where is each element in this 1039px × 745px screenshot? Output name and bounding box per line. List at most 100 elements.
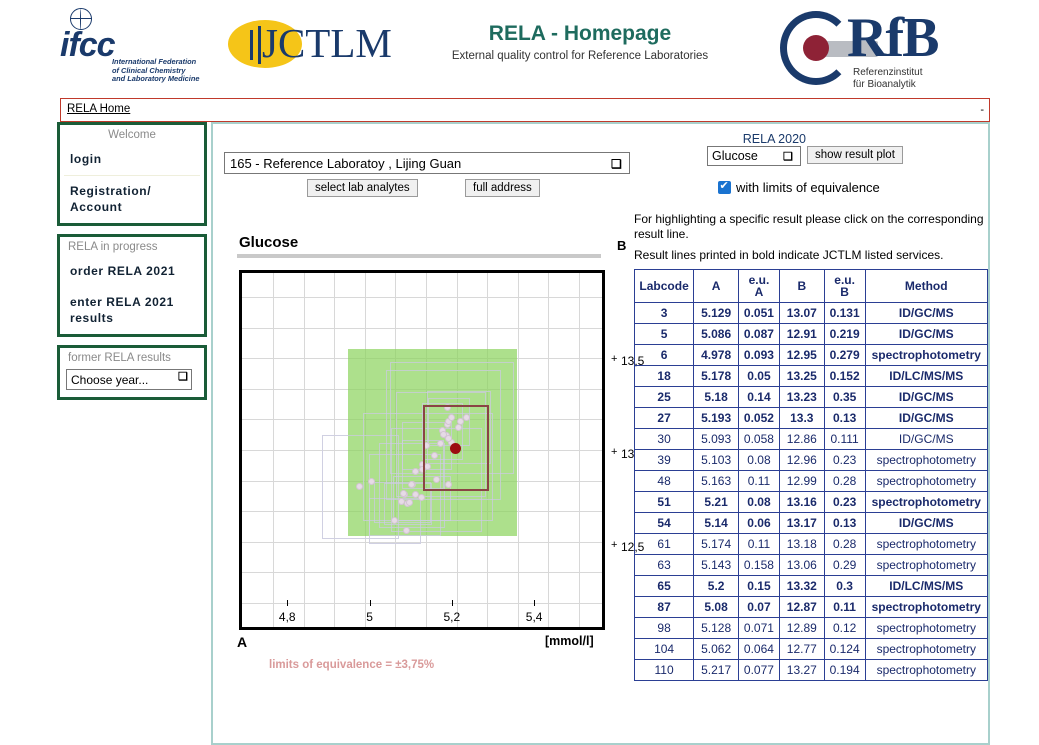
sidebar-panel-rela-in-progress: RELA in progress order RELA 2021 enter R… [57, 234, 207, 337]
cell-method: ID/GC/MS [864, 407, 989, 429]
cell-a: 5.093 [693, 428, 740, 450]
sidebar-item-enter-rela-2021-results[interactable]: enter RELA 2021 results [60, 287, 204, 334]
cell-eu-a: 0.064 [738, 638, 780, 660]
cell-labcode: 87 [633, 596, 695, 618]
column-header-a: A [693, 269, 740, 303]
plot-canvas[interactable] [239, 270, 605, 630]
table-row[interactable]: 18 5.178 0.05 13.25 0.152 ID/LC/MS/MS [633, 365, 989, 387]
table-row[interactable]: 104 5.062 0.064 12.77 0.124 spectrophotometry [633, 638, 989, 660]
table-row[interactable]: 98 5.128 0.071 12.89 0.12 spectrophotometry [633, 617, 989, 639]
cell-method: ID/GC/MS [864, 428, 989, 450]
full-address-button[interactable]: full address [465, 179, 540, 197]
cell-labcode: 27 [633, 407, 695, 429]
cell-b: 13.07 [778, 302, 825, 324]
cell-eu-a: 0.11 [738, 470, 780, 492]
rfb-acronym: RfB [847, 7, 939, 69]
column-header-eu-b: e.u. B [823, 269, 866, 303]
table-row[interactable]: 39 5.103 0.08 12.96 0.23 spectrophotometry [633, 449, 989, 471]
data-point[interactable] [403, 526, 411, 534]
cell-labcode: 6 [633, 344, 695, 366]
sidebar-item-login[interactable]: login [60, 144, 204, 175]
nav-link-rela-home[interactable]: RELA Home [67, 103, 130, 115]
sidebar-panel-former-title: former RELA results [68, 352, 171, 364]
cell-a: 5.217 [693, 659, 740, 681]
cell-a: 5.086 [693, 323, 740, 345]
sidebar-item-order-rela-2021[interactable]: order RELA 2021 [60, 256, 204, 287]
x-axis-unit-label: [mmol/l] [545, 634, 594, 648]
cell-eu-a: 0.052 [738, 407, 780, 429]
cell-eu-a: 0.05 [738, 365, 780, 387]
sidebar-panel-former-results: former RELA results Choose year... ❏ [57, 345, 207, 400]
table-row[interactable]: 3 5.129 0.051 13.07 0.131 ID/GC/MS [633, 302, 989, 324]
table-row[interactable]: 110 5.217 0.077 13.27 0.194 spectrophotometry [633, 659, 989, 681]
cell-eu-b: 0.28 [823, 470, 866, 492]
analyte-select[interactable]: Glucose [707, 146, 801, 166]
cell-eu-a: 0.087 [738, 323, 780, 345]
jctlm-bar-1 [250, 30, 253, 60]
cell-method: spectrophotometry [864, 491, 989, 513]
table-row[interactable]: 30 5.093 0.058 12.86 0.111 ID/GC/MS [633, 428, 989, 450]
table-row[interactable]: 5 5.086 0.087 12.91 0.219 ID/GC/MS [633, 323, 989, 345]
checkbox-checked-icon[interactable] [718, 179, 731, 194]
column-header-method: Method [864, 269, 989, 303]
table-row[interactable]: 6 4.978 0.093 12.95 0.279 spectrophotometry [633, 344, 989, 366]
choose-year-select[interactable]: Choose year... [66, 369, 192, 390]
sidebar-item-registration-account[interactable]: Registration/ Account [60, 176, 204, 223]
table-row[interactable]: 54 5.14 0.06 13.17 0.13 ID/GC/MS [633, 512, 989, 534]
cell-eu-b: 0.279 [823, 344, 866, 366]
cell-method: ID/GC/MS [864, 302, 989, 324]
result-plot: Glucose B 12,51313,5 4,855,25,4 A [mmol/… [237, 234, 644, 704]
plot-title-rule [237, 254, 601, 258]
table-row[interactable]: 61 5.174 0.11 13.18 0.28 spectrophotometry [633, 533, 989, 555]
cell-a: 5.08 [693, 596, 740, 618]
cell-eu-b: 0.23 [823, 449, 866, 471]
sidebar-panel-welcome: Welcome login Registration/ Account [57, 122, 207, 226]
cell-labcode: 61 [633, 533, 695, 555]
table-row[interactable]: 65 5.2 0.15 13.32 0.3 ID/LC/MS/MS [633, 575, 989, 597]
y-axis-tick-label: 13 [611, 446, 635, 461]
cell-a: 5.178 [693, 365, 740, 387]
select-lab-analytes-button[interactable]: select lab analytes [307, 179, 418, 197]
table-row[interactable]: 63 5.143 0.158 13.06 0.29 spectrophotometry [633, 554, 989, 576]
cell-b: 12.89 [778, 617, 825, 639]
data-point[interactable] [391, 516, 399, 524]
cell-eu-a: 0.08 [738, 491, 780, 513]
limits-of-equivalence-row[interactable]: with limits of equivalence [718, 179, 880, 195]
rela-homepage-title-block: RELA - Homepage External quality control… [430, 22, 730, 62]
table-header-row: Labcode A e.u. A B e.u. B Method [633, 269, 989, 303]
x-axis-label: A [237, 634, 248, 650]
hint-line-1: For highlighting a specific result pleas… [634, 212, 984, 241]
cell-eu-a: 0.11 [738, 533, 780, 555]
jctlm-acronym: JCTLM [262, 20, 392, 66]
show-result-plot-button[interactable]: show result plot [807, 146, 903, 164]
cell-b: 13.17 [778, 512, 825, 534]
cell-eu-b: 0.152 [823, 365, 866, 387]
cell-b: 13.23 [778, 386, 825, 408]
table-row[interactable]: 87 5.08 0.07 12.87 0.11 spectrophotometry [633, 596, 989, 618]
cell-b: 12.95 [778, 344, 825, 366]
table-row[interactable]: 48 5.163 0.11 12.99 0.28 spectrophotometry [633, 470, 989, 492]
table-row[interactable]: 25 5.18 0.14 13.23 0.35 ID/GC/MS [633, 386, 989, 408]
cell-method: ID/LC/MS/MS [864, 365, 989, 387]
data-point[interactable] [399, 490, 407, 498]
table-row[interactable]: 51 5.21 0.08 13.16 0.23 spectrophotometry [633, 491, 989, 513]
page-root: ifcc International Federation of Clinica… [0, 0, 1039, 745]
cell-eu-a: 0.058 [738, 428, 780, 450]
jctlm-bar-2 [258, 26, 261, 64]
cell-a: 5.129 [693, 302, 740, 324]
nav-right-label: - [980, 104, 984, 116]
cell-eu-a: 0.15 [738, 575, 780, 597]
cell-b: 13.27 [778, 659, 825, 681]
x-axis-tick-label: 5 [366, 610, 373, 624]
laboratory-select[interactable]: 165 - Reference Laboratoy , Lijing Guan [224, 152, 630, 174]
cell-a: 5.103 [693, 449, 740, 471]
cell-eu-a: 0.08 [738, 449, 780, 471]
cell-method: spectrophotometry [864, 470, 989, 492]
cell-method: ID/GC/MS [864, 323, 989, 345]
rfb-dot-shape [803, 35, 829, 61]
cell-eu-a: 0.14 [738, 386, 780, 408]
cell-b: 12.96 [778, 449, 825, 471]
rela-year-label: RELA 2020 [742, 132, 806, 146]
table-row[interactable]: 27 5.193 0.052 13.3 0.13 ID/GC/MS [633, 407, 989, 429]
cell-b: 13.16 [778, 491, 825, 513]
